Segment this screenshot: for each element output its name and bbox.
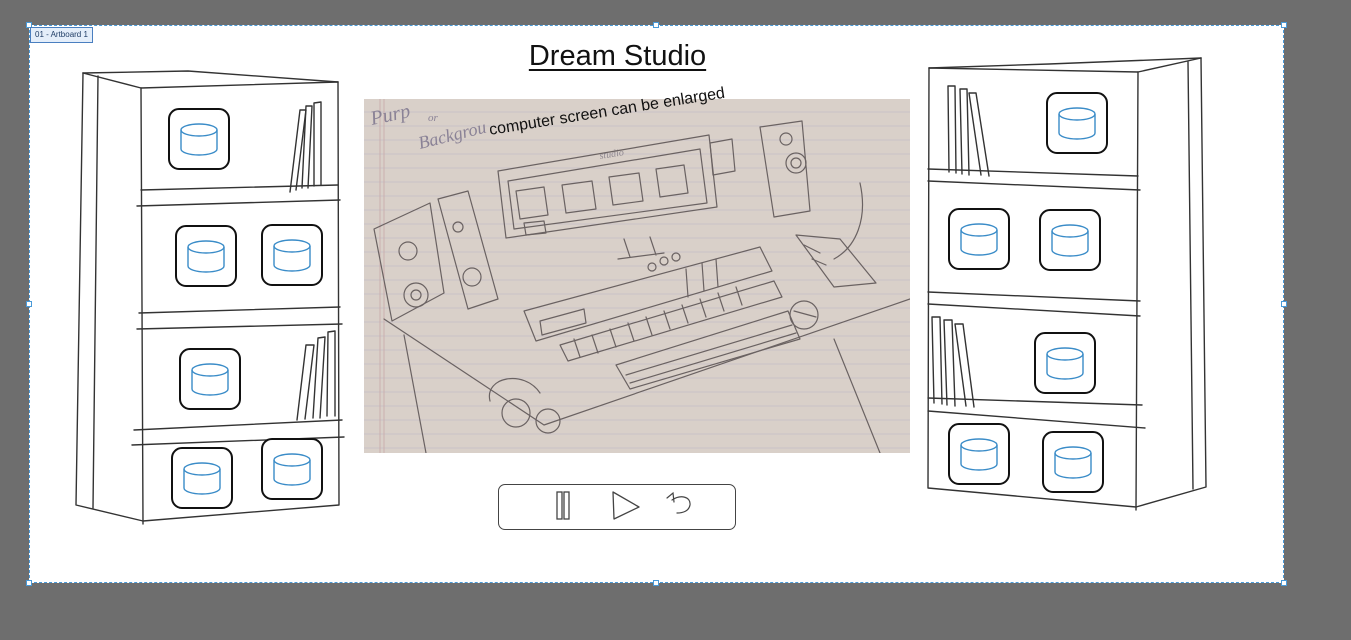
media-slot-cylinder-icon[interactable] (175, 225, 237, 287)
media-slot-cylinder-icon[interactable] (1039, 209, 1101, 271)
media-slot-cylinder-icon[interactable] (1034, 332, 1096, 394)
media-slot-cylinder-icon[interactable] (171, 447, 233, 509)
right-shelf-slots (948, 92, 1108, 493)
resize-handle[interactable] (1281, 22, 1287, 28)
replay-button[interactable] (663, 485, 697, 529)
media-slot-cylinder-icon[interactable] (261, 224, 323, 286)
pause-button[interactable] (551, 485, 577, 529)
media-slot-cylinder-icon[interactable] (1042, 431, 1104, 493)
resize-handle[interactable] (1281, 580, 1287, 586)
sketch-drawing: Purp or Backgrou studio (364, 99, 910, 453)
pause-icon (556, 491, 570, 520)
media-slot-cylinder-icon[interactable] (948, 423, 1010, 485)
media-slot-cylinder-icon[interactable] (179, 348, 241, 410)
play-button[interactable] (607, 485, 643, 529)
resize-handle[interactable] (1281, 301, 1287, 307)
resize-handle[interactable] (653, 580, 659, 586)
undo-arrow-icon (666, 491, 691, 514)
studio-sketch-image[interactable]: Purp or Backgrou studio (364, 99, 910, 453)
artboard-label[interactable]: 01 - Artboard 1 (30, 27, 93, 43)
resize-handle[interactable] (26, 301, 32, 307)
sketch-note: or (428, 112, 439, 124)
media-slot-cylinder-icon[interactable] (948, 208, 1010, 270)
resize-handle[interactable] (653, 22, 659, 28)
page-title: Dream Studio (528, 40, 707, 72)
media-slot-cylinder-icon[interactable] (1046, 92, 1108, 154)
left-shelf-slots (168, 108, 323, 509)
resize-handle[interactable] (26, 580, 32, 586)
play-icon (612, 491, 640, 520)
media-slot-cylinder-icon[interactable] (261, 438, 323, 500)
playback-controls (498, 484, 736, 530)
media-slot-cylinder-icon[interactable] (168, 108, 230, 170)
